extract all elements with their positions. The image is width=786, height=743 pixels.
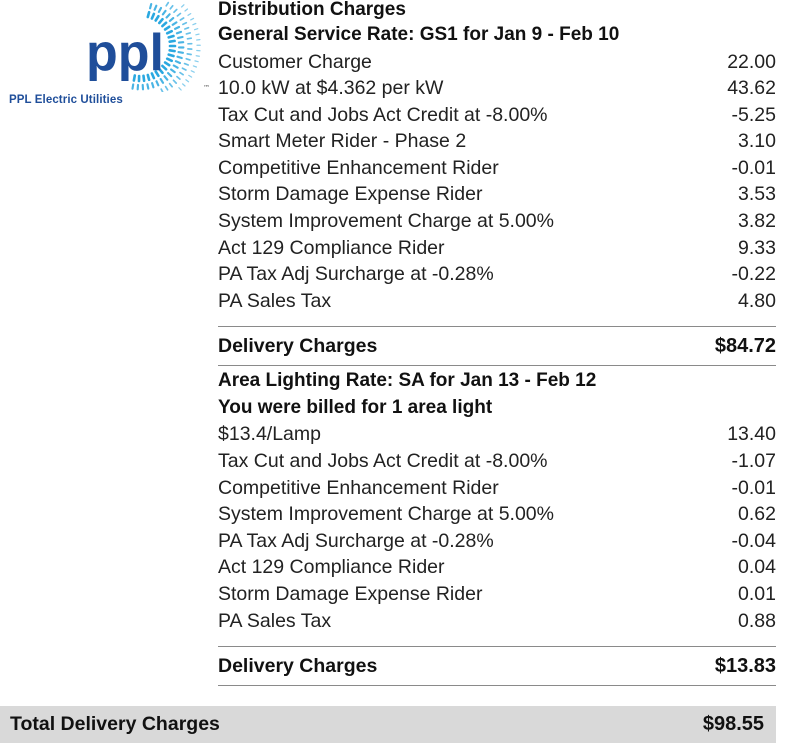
line-item-amount: 3.10 (738, 130, 776, 153)
line-item: PA Tax Adj Surcharge at -0.28% -0.22 (218, 263, 776, 290)
line-item-label: Tax Cut and Jobs Act Credit at -8.00% (218, 103, 548, 126)
line-item: PA Tax Adj Surcharge at -0.28% -0.04 (218, 530, 776, 557)
line-item-amount: -0.04 (731, 529, 776, 552)
line-item-amount: 9.33 (738, 236, 776, 259)
line-item-amount: 3.53 (738, 183, 776, 206)
line-item: 10.0 kW at $4.362 per kW 43.62 (218, 77, 776, 104)
line-item-label: Act 129 Compliance Rider (218, 556, 445, 579)
subtotal-amount: $84.72 (714, 334, 776, 357)
line-item-label: Tax Cut and Jobs Act Credit at -8.00% (218, 450, 548, 473)
line-item: Smart Meter Rider - Phase 2 3.10 (218, 130, 776, 157)
line-item-label: PA Tax Adj Surcharge at -0.28% (218, 529, 494, 552)
general-service-line-items: Customer Charge 22.00 10.0 kW at $4.362 pe… (218, 51, 776, 317)
line-item-label: 10.0 kW at $4.362 per kW (218, 77, 444, 100)
line-item-amount: 0.04 (738, 556, 776, 579)
line-item-amount: -0.01 (731, 156, 776, 179)
line-item: Act 129 Compliance Rider 0.04 (218, 556, 776, 583)
line-item-label: Competitive Enhancement Rider (218, 156, 499, 179)
line-item: Storm Damage Expense Rider 0.01 (218, 583, 776, 610)
line-item-label: PA Tax Adj Surcharge at -0.28% (218, 263, 494, 286)
line-item-amount: 13.40 (727, 423, 776, 446)
line-item-label: Storm Damage Expense Rider (218, 583, 483, 605)
section-title: Distribution Charges (218, 0, 406, 20)
line-item: Customer Charge 22.00 (218, 51, 776, 78)
line-item: PA Sales Tax 0.88 (218, 610, 776, 637)
subtotal-label: Delivery Charges (218, 334, 378, 357)
line-item: PA Sales Tax 4.80 (218, 290, 776, 317)
line-item-label: System Improvement Charge at 5.00% (218, 210, 554, 233)
ppl-logo: ppl ™ PPL Electric Utilities (0, 0, 215, 115)
line-item: Act 129 Compliance Rider 9.33 (218, 237, 776, 264)
line-item-label: PA Sales Tax (218, 289, 332, 312)
line-item-amount: 4.80 (738, 289, 776, 312)
ppl-sunburst-logo-icon: ppl ™ (86, 1, 210, 92)
line-item: Competitive Enhancement Rider -0.01 (218, 157, 776, 184)
total-delivery-charges-bar: Total Delivery Charges $98.55 (0, 706, 776, 743)
line-item-label: System Improvement Charge at 5.00% (218, 503, 554, 526)
line-item-label: $13.4/Lamp (218, 423, 321, 446)
line-item-amount: 0.88 (738, 609, 776, 632)
ppl-wordmark: ppl (86, 24, 164, 82)
line-item-label: PA Sales Tax (218, 609, 332, 632)
line-item: Tax Cut and Jobs Act Credit at -8.00% -1.… (218, 450, 776, 477)
logo-tagline: PPL Electric Utilities (9, 94, 123, 106)
line-item-amount: -0.22 (731, 263, 776, 286)
line-item-amount: 0.01 (738, 583, 776, 605)
total-label: Total Delivery Charges (10, 713, 220, 735)
subtotal-label: Delivery Charges (218, 654, 378, 677)
line-item-label: Customer Charge (218, 50, 372, 73)
line-item-amount: 3.82 (738, 210, 776, 233)
area-lighting-line-items: $13.4/Lamp 13.40 Tax Cut and Jobs Act Cred… (218, 423, 776, 636)
line-item-amount: 0.62 (738, 503, 776, 526)
line-item-amount: -5.25 (731, 103, 776, 126)
line-item-amount: 22.00 (727, 50, 776, 73)
line-item: $13.4/Lamp 13.40 (218, 423, 776, 450)
area-lighting-note: You were billed for 1 area light (218, 396, 493, 418)
line-item: System Improvement Charge at 5.00% 0.62 (218, 503, 776, 530)
subtotal-amount: $13.83 (714, 654, 776, 677)
general-service-heading: General Service Rate: GS1 for Jan 9 - Fe… (218, 24, 620, 45)
trademark-symbol: ™ (203, 84, 210, 92)
line-item: Competitive Enhancement Rider -0.01 (218, 477, 776, 504)
distribution-charges-section: Distribution Charges General Service Rat… (218, 0, 776, 687)
line-item-amount: -1.07 (731, 450, 776, 473)
line-item-label: Act 129 Compliance Rider (218, 236, 445, 259)
line-item: Storm Damage Expense Rider 3.53 (218, 183, 776, 210)
line-item: System Improvement Charge at 5.00% 3.82 (218, 210, 776, 237)
line-item-amount: 43.62 (727, 77, 776, 100)
line-item-label: Storm Damage Expense Rider (218, 183, 483, 206)
line-item-label: Smart Meter Rider - Phase 2 (218, 130, 467, 153)
line-item-amount: -0.01 (731, 476, 776, 499)
area-lighting-delivery-subtotal: Delivery Charges $13.83 (218, 646, 776, 687)
line-item-label: Competitive Enhancement Rider (218, 476, 499, 499)
general-service-delivery-subtotal: Delivery Charges $84.72 (218, 326, 776, 367)
line-item: Tax Cut and Jobs Act Credit at -8.00% -5.… (218, 104, 776, 131)
area-lighting-heading: Area Lighting Rate: SA for Jan 13 - Feb … (218, 370, 597, 392)
total-amount: $98.55 (702, 713, 764, 735)
